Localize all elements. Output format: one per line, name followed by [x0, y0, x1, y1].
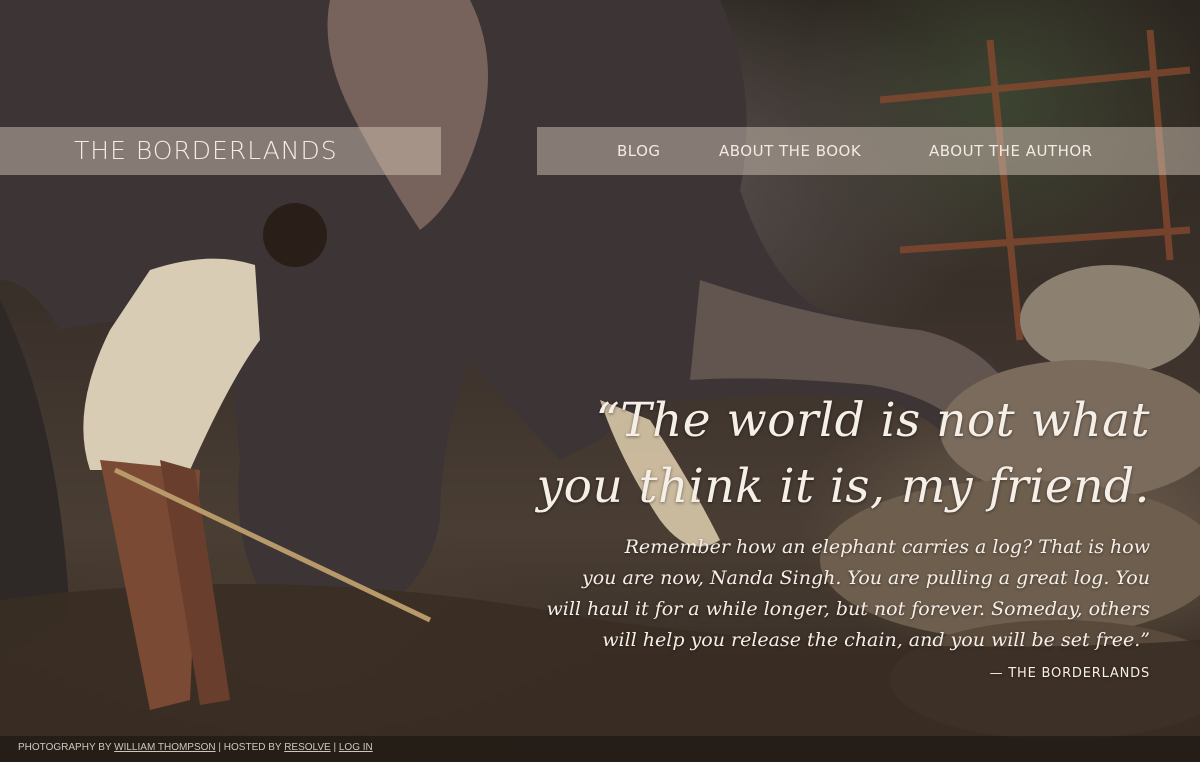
main-navigation: BLOG ABOUT THE BOOK ABOUT THE AUTHOR — [537, 127, 1200, 175]
site-title-link[interactable]: THE BORDERLANDS — [74, 136, 338, 165]
quote-headline-line: you think it is, my friend. — [536, 459, 1150, 514]
quote-attribution: — THE BORDERLANDS — [989, 666, 1150, 681]
nav-blog[interactable]: BLOG — [617, 142, 661, 160]
site-footer: PHOTOGRAPHY BY WILLIAM THOMPSON | HOSTED… — [0, 736, 1200, 762]
featured-quote: “The world is not what you think it is, … — [450, 388, 1150, 681]
quote-body-line: Remember how an elephant carries a log? … — [624, 536, 1150, 558]
nav-about-the-book[interactable]: ABOUT THE BOOK — [719, 142, 861, 160]
nav-about-the-author[interactable]: ABOUT THE AUTHOR — [929, 142, 1093, 160]
brand-bar: THE BORDERLANDS — [0, 127, 441, 175]
photographer-link[interactable]: WILLIAM THOMPSON — [114, 742, 216, 753]
hosted-by-label: | HOSTED BY — [215, 742, 285, 753]
quote-headline: “The world is not what you think it is, … — [450, 388, 1150, 520]
footer-credits: PHOTOGRAPHY BY WILLIAM THOMPSON | HOSTED… — [18, 742, 373, 753]
quote-body: Remember how an elephant carries a log? … — [450, 532, 1151, 656]
photo-credit-label: PHOTOGRAPHY BY — [18, 742, 115, 753]
quote-body-line: you are now, Nanda Singh. You are pullin… — [582, 567, 1150, 589]
quote-body-line: will help you release the chain, and you… — [602, 629, 1150, 651]
footer-separator: | — [330, 742, 339, 753]
quote-headline-line: “The world is not what — [595, 393, 1150, 448]
login-link[interactable]: LOG IN — [339, 742, 373, 753]
quote-body-line: will haul it for a while longer, but not… — [546, 598, 1151, 620]
host-link[interactable]: RESOLVE — [284, 742, 331, 753]
